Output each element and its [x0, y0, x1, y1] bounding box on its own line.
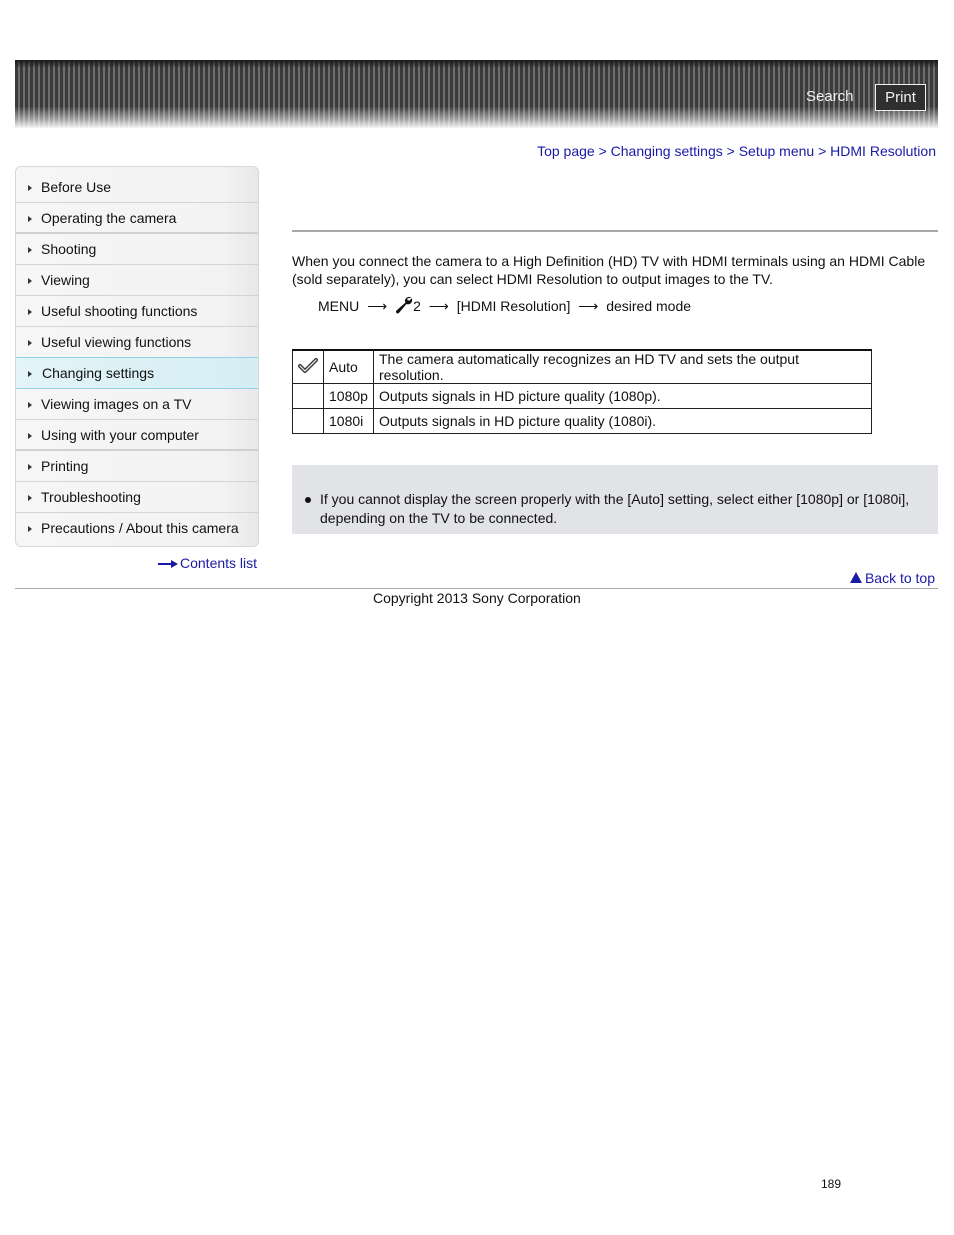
options-table: Auto The camera automatically recognizes…	[292, 349, 872, 434]
triangle-right-icon	[28, 185, 32, 191]
sidebar-item-viewing[interactable]: Viewing	[16, 265, 258, 296]
wrench-icon	[396, 296, 413, 314]
sidebar-item-before-use[interactable]: Before Use	[16, 172, 258, 203]
sidebar-item-label: Viewing images on a TV	[41, 396, 192, 412]
triangle-right-icon	[28, 526, 32, 532]
sidebar-item-label: Precautions / About this camera	[41, 520, 239, 536]
description-cell: The camera automatically recognizes an H…	[373, 349, 872, 384]
intro-text: When you connect the camera to a High De…	[292, 253, 926, 287]
sidebar-item-label: Before Use	[41, 179, 112, 195]
checkmark-icon	[298, 357, 318, 373]
setup-page-number: 2	[413, 298, 421, 314]
search-link[interactable]: Search	[806, 88, 854, 105]
menu-path: MENU ⟶ 2 ⟶ [HDMI Resolution] ⟶ desired m…	[318, 296, 691, 315]
copyright-text: Copyright 2013 Sony Corporation	[373, 590, 581, 606]
triangle-right-icon	[28, 278, 32, 284]
table-row: 1080i Outputs signals in HD picture qual…	[292, 408, 872, 434]
sidebar-item-label: Using with your computer	[41, 427, 199, 443]
sidebar-item-label: Shooting	[41, 241, 97, 257]
breadcrumb-changing-settings[interactable]: Changing settings	[611, 143, 723, 159]
arrow-right-icon: ⟶	[578, 298, 599, 314]
sidebar-item-shooting[interactable]: Shooting	[16, 234, 258, 265]
breadcrumb-separator: >	[598, 143, 607, 159]
back-to-top-label: Back to top	[864, 570, 935, 586]
footer-divider	[15, 588, 938, 589]
mode-cell: 1080p	[323, 383, 374, 409]
triangle-right-icon	[28, 309, 32, 315]
sidebar-item-label: Printing	[41, 458, 89, 474]
sidebar-item-using-with-your-computer[interactable]: Using with your computer	[16, 420, 258, 451]
note-text: If you cannot display the screen properl…	[320, 491, 910, 526]
default-marker-cell	[292, 349, 324, 384]
description-cell: Outputs signals in HD picture quality (1…	[373, 383, 872, 409]
triangle-right-icon	[28, 402, 32, 408]
back-to-top-link[interactable]: Back to top	[849, 570, 935, 586]
sidebar-item-troubleshooting[interactable]: Troubleshooting	[16, 482, 258, 513]
triangle-right-icon	[28, 247, 32, 253]
breadcrumb-hdmi-resolution[interactable]: HDMI Resolution	[830, 143, 936, 159]
mode-cell: 1080i	[323, 408, 374, 434]
sidebar-item-label: Useful viewing functions	[41, 334, 192, 350]
sidebar-item-label: Viewing	[41, 272, 90, 288]
sidebar-item-label: Changing settings	[42, 365, 155, 381]
arrow-right-icon	[158, 560, 178, 569]
contents-list-label: Contents list	[180, 555, 258, 571]
breadcrumb-separator: >	[818, 143, 827, 159]
menu-label: MENU	[318, 298, 360, 314]
breadcrumb-top-page[interactable]: Top page	[537, 143, 595, 159]
triangle-right-icon	[28, 433, 32, 439]
arrow-right-icon: ⟶	[428, 298, 449, 314]
arrow-right-icon: ⟶	[367, 298, 388, 314]
sidebar-item-label: Troubleshooting	[41, 489, 141, 505]
contents-list-link[interactable]: Contents list	[158, 555, 257, 571]
note-item: If you cannot display the screen properl…	[305, 490, 920, 528]
triangle-up-icon	[849, 572, 862, 583]
sidebar-item-useful-shooting-functions[interactable]: Useful shooting functions	[16, 296, 258, 327]
print-button[interactable]: Print	[875, 84, 926, 111]
sidebar-item-label: Operating the camera	[41, 210, 177, 226]
sidebar-item-operating-the-camera[interactable]: Operating the camera	[16, 203, 258, 234]
default-marker-cell	[292, 383, 324, 409]
mode-cell: Auto	[323, 349, 374, 384]
sidebar-item-changing-settings[interactable]: Changing settings	[16, 357, 258, 389]
table-row: 1080p Outputs signals in HD picture qual…	[292, 383, 872, 409]
title-divider	[292, 230, 938, 232]
triangle-right-icon	[28, 216, 32, 222]
note-box: If you cannot display the screen properl…	[292, 465, 938, 534]
breadcrumb: Top page > Changing settings > Setup men…	[537, 143, 936, 159]
sidebar-item-useful-viewing-functions[interactable]: Useful viewing functions	[16, 327, 258, 358]
triangle-right-icon	[28, 464, 32, 470]
page-number: 189	[821, 1177, 842, 1191]
sidebar-item-viewing-images-on-a-tv[interactable]: Viewing images on a TV	[16, 389, 258, 420]
header-bar	[15, 60, 938, 128]
bullet-icon	[305, 497, 311, 503]
triangle-right-icon	[28, 371, 32, 377]
sidebar-item-label: Useful shooting functions	[41, 303, 198, 319]
sidebar-nav: Before Use Operating the camera Shooting…	[15, 166, 259, 547]
menu-item-label: [HDMI Resolution]	[456, 298, 571, 314]
triangle-right-icon	[28, 495, 32, 501]
triangle-right-icon	[28, 340, 32, 346]
breadcrumb-setup-menu[interactable]: Setup menu	[739, 143, 815, 159]
description-cell: Outputs signals in HD picture quality (1…	[373, 408, 872, 434]
default-marker-cell	[292, 408, 324, 434]
sidebar-item-precautions[interactable]: Precautions / About this camera	[16, 513, 258, 543]
table-row: Auto The camera automatically recognizes…	[292, 349, 872, 384]
breadcrumb-separator: >	[726, 143, 735, 159]
target-label: desired mode	[606, 298, 692, 314]
sidebar-item-printing[interactable]: Printing	[16, 451, 258, 482]
